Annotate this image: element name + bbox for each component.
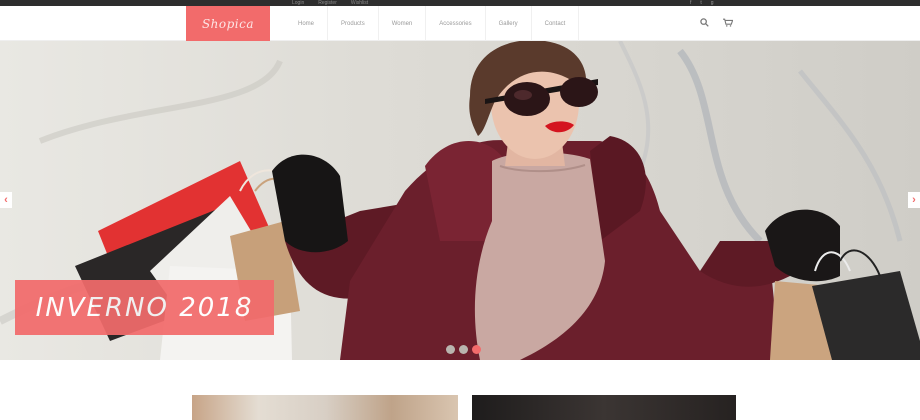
menu-item-label: Gallery [498, 20, 518, 27]
slider-dot-1[interactable] [446, 345, 455, 354]
menu-item-label: Contact [544, 20, 566, 27]
menu-item-products[interactable]: Products [328, 6, 379, 41]
menu-item-label: Products [341, 20, 365, 27]
featured-thumbnail[interactable] [472, 395, 736, 420]
hero-caption[interactable]: INVERNO 2018 [15, 280, 274, 335]
menu-item-contact[interactable]: Contact [532, 6, 580, 41]
chevron-right-icon: › [912, 194, 916, 206]
cart-icon[interactable] [723, 18, 734, 29]
hero-caption-text: INVERNO 2018 [35, 292, 254, 323]
menu-item-gallery[interactable]: Gallery [486, 6, 532, 41]
slider-next-button[interactable]: › [908, 192, 920, 208]
menu-item-women[interactable]: Women [379, 6, 427, 41]
header-icons [700, 18, 734, 29]
slider-pagination [446, 345, 481, 354]
main-menu: Home Products Women Accessories Gallery … [285, 6, 580, 41]
featured-thumbnail[interactable] [192, 395, 458, 420]
menu-item-label: Home [298, 20, 315, 27]
menu-item-accessories[interactable]: Accessories [426, 6, 486, 41]
logo-text: Shopica [201, 16, 255, 31]
menu-item-home[interactable]: Home [285, 6, 329, 41]
main-navbar: Shopica Home Products Women Accessories … [0, 6, 920, 41]
search-icon[interactable] [700, 18, 709, 29]
chevron-left-icon: ‹ [4, 194, 8, 206]
slider-dot-2[interactable] [459, 345, 468, 354]
slider-dot-3[interactable] [472, 345, 481, 354]
menu-item-label: Women [391, 20, 413, 27]
slider-prev-button[interactable]: ‹ [0, 192, 12, 208]
menu-item-label: Accessories [439, 20, 472, 27]
site-logo[interactable]: Shopica [186, 6, 270, 41]
featured-thumbnails [0, 395, 920, 420]
hero-slider: ‹ › INVERNO 2018 [0, 41, 920, 360]
